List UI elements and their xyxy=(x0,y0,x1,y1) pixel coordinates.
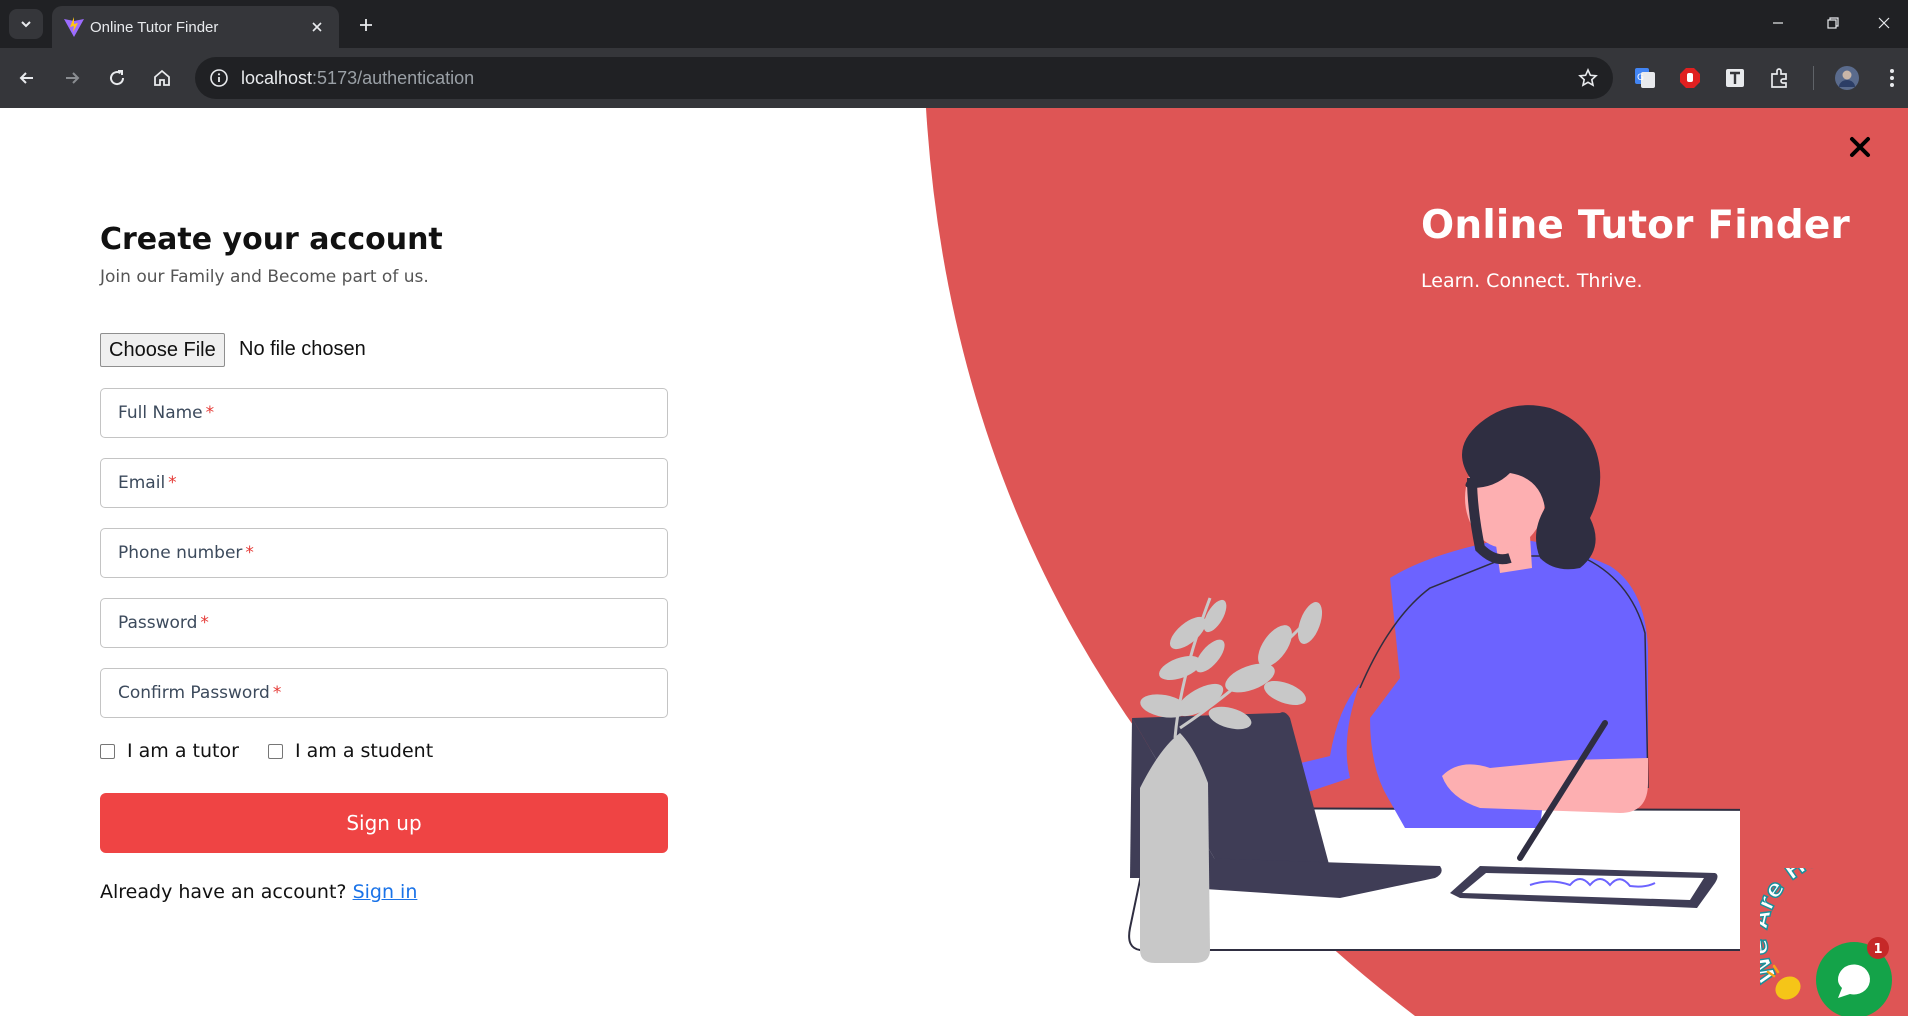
browser-tab-strip: Online Tutor Finder xyxy=(0,0,1908,48)
required-asterisk: * xyxy=(272,683,282,703)
svg-text:G: G xyxy=(1637,73,1644,83)
browser-menu-icon[interactable] xyxy=(1877,63,1907,93)
choose-file-button[interactable]: Choose File xyxy=(100,333,225,367)
tutor-checkbox[interactable]: I am a tutor xyxy=(100,740,239,762)
signin-prompt: Already have an account? Sign in xyxy=(100,881,417,903)
tab-search-button[interactable] xyxy=(9,9,43,39)
checkbox-box[interactable] xyxy=(100,743,115,759)
form-subheading: Join our Family and Become part of us. xyxy=(100,267,429,287)
restore-icon xyxy=(1827,17,1839,29)
close-icon[interactable] xyxy=(1843,130,1877,164)
required-asterisk: * xyxy=(168,473,177,493)
sign-in-link[interactable]: Sign in xyxy=(353,881,418,903)
site-info-icon[interactable] xyxy=(205,64,233,92)
back-button[interactable] xyxy=(12,63,42,93)
full-name-field[interactable]: Full Name * xyxy=(100,388,668,438)
field-label: Confirm Password xyxy=(118,683,270,703)
bookmark-star-icon[interactable] xyxy=(1575,65,1601,91)
form-heading: Create your account xyxy=(100,222,443,257)
field-label: Full Name xyxy=(118,403,203,423)
field-label: Password xyxy=(118,613,198,633)
url-path: :5173/authentication xyxy=(312,68,475,88)
browser-tab-active[interactable]: Online Tutor Finder xyxy=(52,6,339,48)
profile-avatar[interactable] xyxy=(1832,63,1862,93)
url-text: localhost:5173/authentication xyxy=(241,68,474,89)
chevron-down-icon xyxy=(21,21,31,28)
extensions-puzzle-icon[interactable] xyxy=(1765,63,1795,93)
new-tab-button[interactable] xyxy=(352,11,380,39)
signin-prompt-text: Already have an account? xyxy=(100,881,347,903)
email-field[interactable]: Email * xyxy=(100,458,668,508)
checkbox-label: I am a student xyxy=(295,740,434,762)
close-icon xyxy=(1878,17,1890,29)
brand-tagline: Learn. Connect. Thrive. xyxy=(1421,270,1643,292)
url-host: localhost xyxy=(241,68,313,88)
forward-button[interactable] xyxy=(57,63,87,93)
file-status-text: No file chosen xyxy=(239,338,366,360)
field-label: Email xyxy=(118,473,166,493)
required-asterisk: * xyxy=(200,613,209,633)
home-button[interactable] xyxy=(147,63,177,93)
browser-toolbar: localhost:5173/authentication G xyxy=(0,48,1908,108)
restore-window-button[interactable] xyxy=(1815,8,1851,38)
arrow-right-icon xyxy=(66,72,80,84)
chat-widget[interactable]: We Are Here! 1 xyxy=(1760,868,1908,1016)
adblock-extension-icon[interactable] xyxy=(1675,63,1705,93)
reload-icon xyxy=(110,70,125,86)
close-window-button[interactable] xyxy=(1866,8,1902,38)
authentication-page: Online Tutor Finder Learn. Connect. Thri… xyxy=(0,108,1908,1016)
phone-number-field[interactable]: Phone number * xyxy=(100,528,668,578)
studying-woman-illustration xyxy=(1128,405,1740,963)
arrow-left-icon xyxy=(19,72,33,84)
home-icon xyxy=(154,69,170,86)
text-extension-icon[interactable] xyxy=(1720,63,1750,93)
reload-button[interactable] xyxy=(102,63,132,93)
toolbar-divider xyxy=(1813,66,1814,90)
unread-count: 1 xyxy=(1873,942,1882,957)
address-bar[interactable]: localhost:5173/authentication xyxy=(195,57,1613,99)
minimize-window-button[interactable] xyxy=(1760,8,1796,38)
brand-title: Online Tutor Finder xyxy=(1421,203,1850,248)
sign-up-label: Sign up xyxy=(346,811,422,835)
tab-close-icon[interactable] xyxy=(307,17,327,37)
vite-logo-icon xyxy=(64,17,84,37)
password-field[interactable]: Password * xyxy=(100,598,668,648)
required-asterisk: * xyxy=(245,543,254,563)
plus-icon xyxy=(360,19,372,31)
checkbox-box[interactable] xyxy=(268,743,283,759)
tab-title: Online Tutor Finder xyxy=(90,19,219,36)
checkbox-label: I am a tutor xyxy=(127,740,239,762)
required-asterisk: * xyxy=(205,403,215,423)
student-checkbox[interactable]: I am a student xyxy=(268,740,433,762)
minimize-icon xyxy=(1773,22,1783,24)
confirm-password-field[interactable]: Confirm Password * xyxy=(100,668,668,718)
google-translate-extension-icon[interactable]: G xyxy=(1630,63,1660,93)
field-label: Phone number xyxy=(118,543,243,563)
sign-up-button[interactable]: Sign up xyxy=(100,793,668,853)
